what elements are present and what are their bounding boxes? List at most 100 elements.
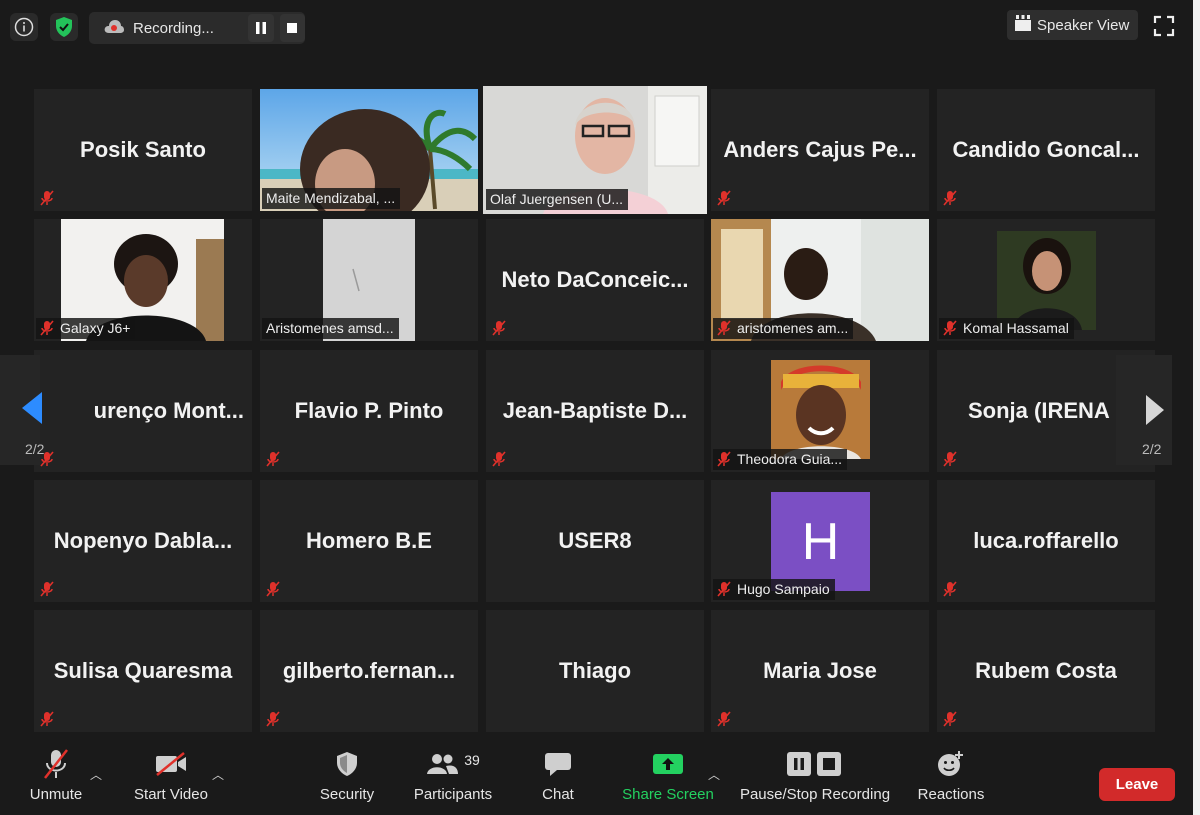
muted-mic-icon [943,320,957,336]
muted-mic-icon [266,451,280,467]
share-screen-label: Share Screen [622,786,714,803]
muted-mic-icon [717,581,731,597]
muted-mic-icon [943,711,957,727]
participants-count: 39 [464,752,480,768]
video-off-icon [154,742,188,786]
participant-name: Anders Cajus Pe... [723,137,917,162]
participant-photo [771,360,870,459]
muted-mic-icon [717,711,731,727]
participant-tile[interactable]: Homero B.E [260,480,478,602]
participant-name: urenço Mont... [93,398,244,423]
muted-mic-icon [943,451,957,467]
participant-name: Jean-Baptiste D... [502,398,688,423]
participant-tile[interactable]: Candido Goncal... [937,89,1155,211]
participant-tile[interactable]: Theodora Guia... [711,350,929,472]
participant-tile[interactable]: Jean-Baptiste D... [486,350,704,472]
participant-tile[interactable]: USER8 [486,480,704,602]
security-shield-icon [335,742,359,786]
info-icon[interactable] [10,13,38,41]
participant-tile[interactable]: gilberto.fernan... [260,610,478,732]
participant-tile[interactable]: Komal Hassamal [937,219,1155,341]
participant-tile[interactable]: H Hugo Sampaio [711,480,929,602]
participant-name: Nopenyo Dabla... [53,528,233,553]
muted-mic-icon [717,190,731,206]
unmute-label: Unmute [29,786,83,803]
audio-options-caret-icon[interactable]: ︿ [90,766,102,783]
left-arrow-icon [22,392,42,424]
chat-bubble-icon [544,742,572,786]
muted-mic-icon [40,320,54,336]
reactions-button[interactable]: Reactions [913,742,989,815]
participant-tile[interactable]: Aristomenes amsd... [260,219,478,341]
share-screen-icon [652,742,684,786]
participant-tile[interactable]: aristomenes am... [711,219,929,341]
muted-mic-icon [492,320,506,336]
participant-tile[interactable]: Maite Mendizabal, ... [260,89,478,211]
participant-name: Thiago [558,658,632,683]
muted-mic-icon [40,581,54,597]
page-indicator-right: 2/2 [1142,441,1162,457]
participants-label: Participants [413,786,493,803]
participant-name: Homero B.E [306,528,432,553]
participant-tile[interactable]: Sulisa Quaresma [34,610,252,732]
share-options-caret-icon[interactable]: ︿ [708,766,720,783]
participant-name: luca.roffarello [973,528,1119,553]
participant-tile[interactable]: Rubem Costa [937,610,1155,732]
participant-tile[interactable]: Flavio P. Pinto [260,350,478,472]
participant-name: Posik Santo [80,137,206,162]
participant-name: Maite Mendizabal, ... [262,188,401,209]
pause-recording-button[interactable] [248,14,274,42]
muted-mic-icon [266,711,280,727]
muted-mic-icon [943,190,957,206]
recording-controls-icon [787,742,843,786]
pause-stop-recording-button[interactable]: Pause/Stop Recording [738,742,892,815]
participant-tile[interactable]: Thiago [486,610,704,732]
participant-tile[interactable]: Anders Cajus Pe... [711,89,929,211]
participants-button[interactable]: 39 Participants [410,742,496,815]
muted-mic-icon [717,451,731,467]
speaker-view-button[interactable]: Speaker View [1007,10,1138,40]
fullscreen-icon[interactable] [1152,14,1176,38]
participant-name: Theodora Guia... [713,449,848,470]
participant-name: Rubem Costa [975,658,1117,683]
participant-tile[interactable]: Galaxy J6+ [34,219,252,341]
participant-tile[interactable]: Nopenyo Dabla... [34,480,252,602]
leave-button[interactable]: Leave [1099,768,1175,801]
muted-mic-icon [717,320,731,336]
participants-icon: 39 [426,742,480,786]
pause-stop-recording-label: Pause/Stop Recording [739,786,891,803]
cloud-recording-icon [103,18,125,39]
active-speaker-tile[interactable]: Olaf Juergensen (U... [483,86,707,214]
encryption-shield-icon[interactable] [50,13,78,41]
start-video-button[interactable]: Start Video [128,742,214,815]
meeting-toolbar: Unmute ︿ Start Video ︿ Security 39 Parti… [0,742,1195,815]
participant-tile[interactable]: urenço Mont... [34,350,252,472]
muted-mic-icon [266,581,280,597]
participant-name: Olaf Juergensen (U... [486,189,629,210]
participant-name: Flavio P. Pinto [294,398,444,423]
window-edge [1193,0,1200,815]
reaction-smiley-icon [937,742,965,786]
video-options-caret-icon[interactable]: ︿ [212,766,224,783]
chat-button[interactable]: Chat [528,742,588,815]
participant-tile[interactable]: luca.roffarello [937,480,1155,602]
participant-name: Komal Hassamal [939,318,1074,339]
participant-tile[interactable]: Neto DaConceic... [486,219,704,341]
muted-mic-icon [943,581,957,597]
participant-name: Aristomenes amsd... [262,318,399,339]
meeting-window: Recording... Speaker View Posik Santo Ma… [0,0,1195,815]
participant-name: Hugo Sampaio [713,579,835,600]
security-button[interactable]: Security [312,742,382,815]
participant-photo [997,231,1096,330]
participant-tile[interactable]: Maria Jose [711,610,929,732]
participant-name: gilberto.fernan... [282,658,456,683]
muted-microphone-icon [41,742,71,786]
stop-recording-button[interactable] [279,14,305,42]
participant-name: Candido Goncal... [952,137,1140,162]
unmute-button[interactable]: Unmute [22,742,90,815]
chat-label: Chat [542,786,574,803]
share-screen-button[interactable]: Share Screen [620,742,716,815]
security-label: Security [319,786,375,803]
page-indicator-left: 2/2 [25,441,45,457]
participant-tile[interactable]: Posik Santo [34,89,252,211]
